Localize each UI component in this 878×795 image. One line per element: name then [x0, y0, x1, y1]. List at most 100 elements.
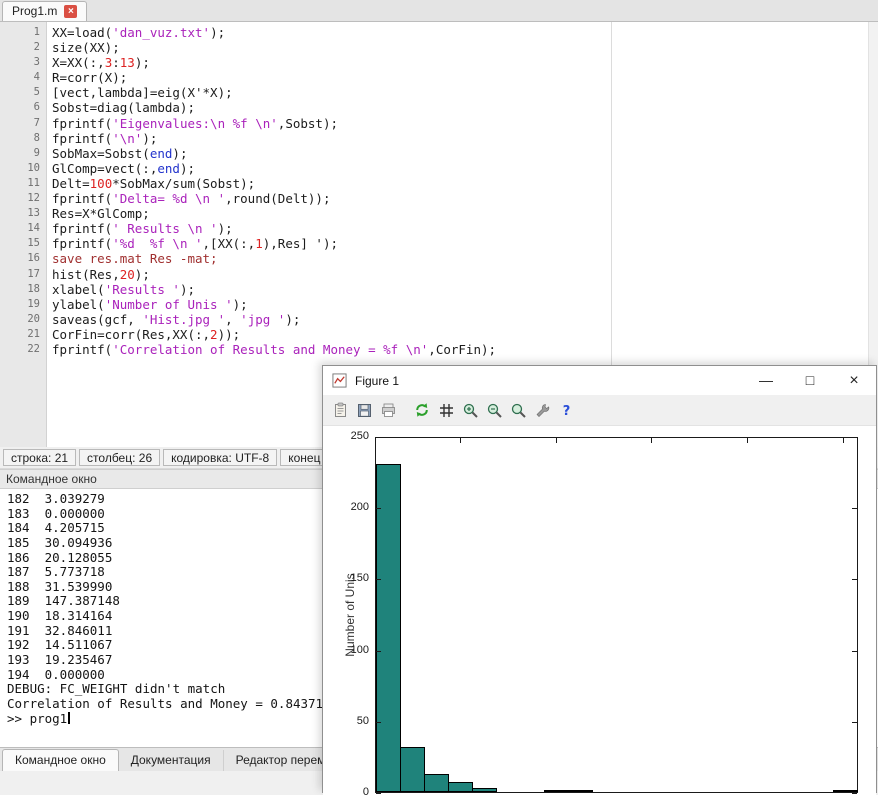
line-number[interactable]: 18 [0, 282, 50, 297]
code-text: fprintf(' Results \n '); [50, 221, 233, 236]
line-number[interactable]: 12 [0, 191, 50, 206]
save-icon[interactable] [353, 399, 375, 421]
code-text: hist(Res,20); [50, 267, 150, 282]
help-icon[interactable]: ? [555, 399, 577, 421]
zoom-in-icon[interactable] [459, 399, 481, 421]
y-tick-mark [852, 579, 857, 580]
tab-documentation[interactable]: Документация [119, 750, 224, 771]
line-number[interactable]: 15 [0, 236, 50, 251]
y-tick-mark [376, 722, 381, 723]
y-tick-mark [376, 793, 381, 794]
line-number[interactable]: 5 [0, 85, 50, 100]
print-icon[interactable] [377, 399, 399, 421]
figure-icon [332, 373, 348, 389]
code-line[interactable]: 18xlabel('Results '); [0, 282, 878, 297]
code-line[interactable]: 20saveas(gcf, 'Hist.jpg ', 'jpg '); [0, 312, 878, 327]
line-number[interactable]: 19 [0, 297, 50, 312]
y-tick-label: 250 [333, 430, 369, 442]
code-line[interactable]: 10GlComp=vect(:,end); [0, 161, 878, 176]
code-text: xlabel('Results '); [50, 282, 195, 297]
code-line[interactable]: 12fprintf('Delta= %d \n ',round(Delt)); [0, 191, 878, 206]
code-text: fprintf('Eigenvalues:\n %f \n',Sobst); [50, 116, 338, 131]
code-line[interactable]: 2size(XX); [0, 40, 878, 55]
line-number[interactable]: 22 [0, 342, 50, 357]
code-text: [vect,lambda]=eig(X'*X); [50, 85, 233, 100]
code-text: Res=X*GlComp; [50, 206, 150, 221]
line-number[interactable]: 16 [0, 251, 50, 266]
refresh-icon[interactable] [411, 399, 433, 421]
tab-command-window[interactable]: Командное окно [2, 749, 119, 771]
code-line[interactable]: 13Res=X*GlComp; [0, 206, 878, 221]
code-line[interactable]: 6Sobst=diag(lambda); [0, 100, 878, 115]
histogram-bar [376, 464, 401, 793]
line-number[interactable]: 11 [0, 176, 50, 191]
status-column: столбец: 26 [79, 449, 160, 466]
line-number[interactable]: 21 [0, 327, 50, 342]
y-tick-label: 100 [333, 644, 369, 656]
histogram-bar [424, 774, 449, 792]
zoom-reset-icon[interactable] [507, 399, 529, 421]
code-line[interactable]: 11Delt=100*SobMax/sum(Sobst); [0, 176, 878, 191]
line-number[interactable]: 10 [0, 161, 50, 176]
editor-tab-prog1[interactable]: Prog1.m × [2, 1, 87, 21]
line-number[interactable]: 17 [0, 267, 50, 282]
code-line[interactable]: 17hist(Res,20); [0, 267, 878, 282]
prompt-text: >> prog1 [7, 711, 67, 726]
line-number[interactable]: 2 [0, 40, 50, 55]
line-number[interactable]: 1 [0, 25, 50, 40]
code-line[interactable]: 9SobMax=Sobst(end); [0, 146, 878, 161]
line-number[interactable]: 4 [0, 70, 50, 85]
line-number[interactable]: 8 [0, 131, 50, 146]
code-line[interactable]: 5[vect,lambda]=eig(X'*X); [0, 85, 878, 100]
code-line[interactable]: 3X=XX(:,3:13); [0, 55, 878, 70]
code-line[interactable]: 1XX=load('dan_vuz.txt'); [0, 25, 878, 40]
status-line: строка: 21 [3, 449, 76, 466]
tools-icon[interactable] [531, 399, 553, 421]
code-text: R=corr(X); [50, 70, 127, 85]
code-line[interactable]: 15fprintf('%d %f \n ',[XX(:,1),Res] '); [0, 236, 878, 251]
maximize-icon[interactable]: □ [788, 366, 832, 395]
line-number[interactable]: 14 [0, 221, 50, 236]
close-icon[interactable]: × [832, 366, 876, 395]
line-number[interactable]: 3 [0, 55, 50, 70]
code-line[interactable]: 7fprintf('Eigenvalues:\n %f \n',Sobst); [0, 116, 878, 131]
line-number[interactable]: 13 [0, 206, 50, 221]
x-tick-mark [651, 438, 652, 443]
minimize-icon[interactable]: — [744, 366, 788, 395]
code-text: fprintf('Delta= %d \n ',round(Delt)); [50, 191, 330, 206]
histogram-bar [544, 790, 569, 792]
line-number[interactable]: 9 [0, 146, 50, 161]
y-tick-label: 150 [333, 572, 369, 584]
y-tick-mark [852, 437, 857, 438]
figure-titlebar[interactable]: Figure 1 —□× [323, 366, 876, 395]
editor-tab-title: Prog1.m [12, 4, 57, 18]
clipboard-icon[interactable] [329, 399, 351, 421]
code-text: X=XX(:,3:13); [50, 55, 150, 70]
code-text: GlComp=vect(:,end); [50, 161, 195, 176]
y-tick-mark [376, 508, 381, 509]
grid-icon[interactable] [435, 399, 457, 421]
code-line[interactable]: 19ylabel('Number of Unis '); [0, 297, 878, 312]
tab-close-icon[interactable]: × [64, 5, 77, 18]
line-number[interactable]: 6 [0, 100, 50, 115]
zoom-out-icon[interactable] [483, 399, 505, 421]
code-text: ylabel('Number of Unis '); [50, 297, 248, 312]
y-tick-label: 200 [333, 501, 369, 513]
code-line[interactable]: 14fprintf(' Results \n '); [0, 221, 878, 236]
code-text: XX=load('dan_vuz.txt'); [50, 25, 225, 40]
x-tick-mark [747, 438, 748, 443]
figure-window[interactable]: Figure 1 —□× ? Number of Unis05010015020… [322, 365, 877, 793]
code-line[interactable]: 8fprintf('\n'); [0, 131, 878, 146]
code-line[interactable]: 4R=corr(X); [0, 70, 878, 85]
line-number[interactable]: 7 [0, 116, 50, 131]
code-line[interactable]: 16save res.mat Res -mat; [0, 251, 878, 266]
code-text: fprintf('\n'); [50, 131, 157, 146]
svg-text:?: ? [562, 404, 570, 419]
code-line[interactable]: 21CorFin=corr(Res,XX(:,2)); [0, 327, 878, 342]
y-tick-mark [852, 722, 857, 723]
y-tick-mark [376, 651, 381, 652]
y-tick-mark [852, 651, 857, 652]
code-line[interactable]: 22fprintf('Correlation of Results and Mo… [0, 342, 878, 357]
code-text: Sobst=diag(lambda); [50, 100, 195, 115]
line-number[interactable]: 20 [0, 312, 50, 327]
